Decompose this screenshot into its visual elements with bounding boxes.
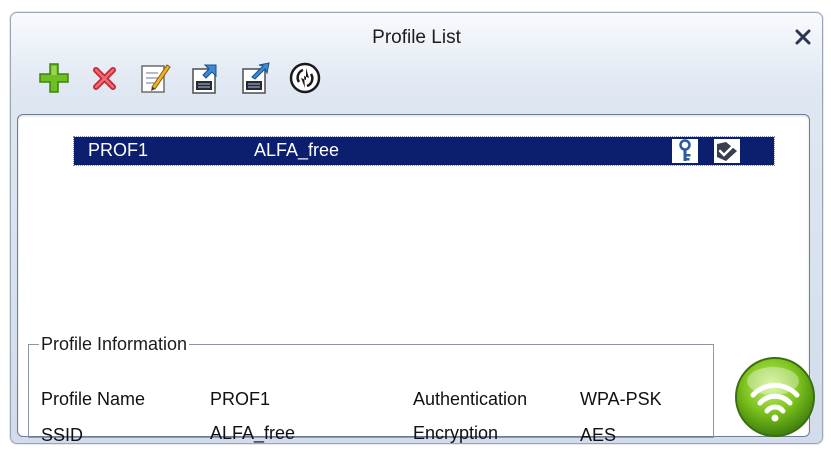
key-icon xyxy=(672,139,698,163)
ssid-label: SSID xyxy=(41,425,84,445)
import-icon xyxy=(192,64,217,94)
profile-name-value: PROF1 xyxy=(210,389,271,409)
delete-profile-button[interactable] xyxy=(88,61,122,95)
encryption-label: Encryption xyxy=(413,423,499,443)
wifi-icon xyxy=(735,357,815,437)
delete-icon xyxy=(93,67,116,90)
profile-row[interactable]: PROF1 ALFA_free xyxy=(73,136,775,166)
profile-information-legend: Profile Information xyxy=(41,334,188,354)
wifi-connect-button[interactable] xyxy=(733,355,817,439)
ssid-value: ALFA_free xyxy=(210,423,296,443)
profile-ssid-cell: ALFA_free xyxy=(254,140,340,160)
close-button[interactable] xyxy=(790,24,816,50)
profile-information-group: Profile Information Profile Name PROF1 A… xyxy=(28,334,714,445)
export-profile-button[interactable] xyxy=(238,61,272,95)
authentication-label: Authentication xyxy=(413,389,528,409)
profile-name-label: Profile Name xyxy=(41,389,146,409)
profile-name-cell: PROF1 xyxy=(88,140,149,160)
export-icon xyxy=(242,62,270,94)
activate-profile-button[interactable] xyxy=(288,61,322,95)
activate-icon xyxy=(289,62,321,94)
window-title: Profile List xyxy=(372,27,461,48)
edit-icon xyxy=(141,64,171,93)
profile-list-window: Profile List PROF1 ALFA_free Profile Inf… xyxy=(10,12,823,445)
edit-profile-button[interactable] xyxy=(138,61,172,95)
authentication-value: WPA-PSK xyxy=(580,389,662,409)
close-icon xyxy=(795,29,811,45)
add-icon xyxy=(39,63,69,93)
import-profile-button[interactable] xyxy=(188,61,222,95)
connected-icon xyxy=(714,139,740,163)
add-profile-button[interactable] xyxy=(37,61,71,95)
encryption-value: AES xyxy=(580,425,617,445)
